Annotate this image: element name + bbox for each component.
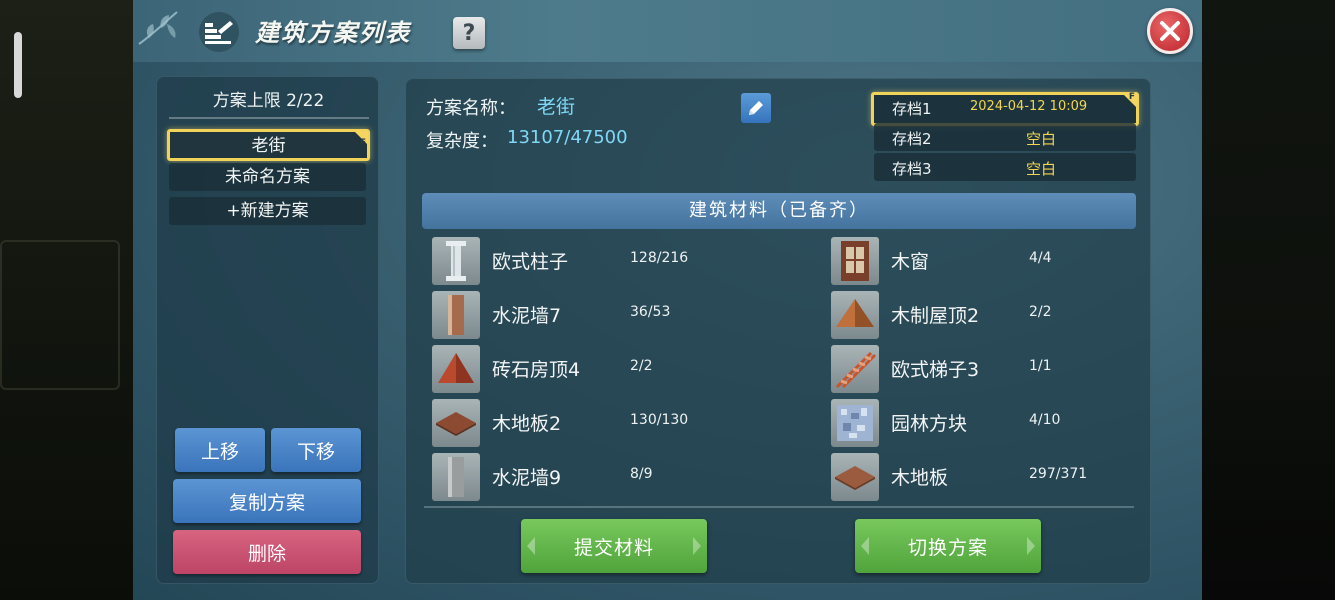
plan-name-value: 老街 [537,96,576,118]
arrow-left-icon [861,537,869,555]
material-item[interactable]: 欧式梯子3 1/1 [831,345,1131,393]
plan-item-label: 老街 [251,136,286,156]
material-item[interactable]: 木窗 4/4 [831,237,1131,285]
complexity-value: 13107/47500 [507,127,628,148]
material-count: 297/371 [1029,466,1088,482]
material-item[interactable]: 木制屋顶2 2/2 [831,291,1131,339]
material-count: 4/10 [1029,412,1061,428]
save-slot-label: 存档1 [892,100,932,118]
material-count: 8/9 [630,466,653,482]
arrow-left-icon [527,537,535,555]
save-slot-value: 空白 [1026,160,1057,178]
close-button[interactable] [1147,8,1193,54]
plan-item-laojie[interactable]: 老街 F [167,129,370,161]
plan-detail-panel: 方案名称： 老街 复杂度： 13107/47500 存档1 2024-04-12… [405,78,1151,584]
pencil-icon [749,101,763,115]
stairs-icon [831,345,879,393]
plan-item-label: 未命名方案 [225,167,310,187]
material-item[interactable]: 园林方块 4/10 [831,399,1131,447]
arrow-right-icon [1027,537,1035,555]
block-icon [831,399,879,447]
flag-letter: F [1128,92,1135,102]
flag-letter: F [359,138,366,148]
wall-icon [432,453,480,501]
material-name: 水泥墙7 [492,305,562,327]
material-count: 4/4 [1029,250,1052,266]
plan-list-panel: 方案上限 2/22 老街 F 未命名方案 +新建方案 上移 下移 复制方案 删除 [156,76,379,584]
material-item[interactable]: 水泥墙9 8/9 [432,453,732,501]
divider [169,117,369,119]
material-count: 1/1 [1029,358,1052,374]
material-item[interactable]: 木地板2 130/130 [432,399,732,447]
save-slot-1[interactable]: 存档1 2024-04-12 10:09 F [871,92,1139,126]
material-item[interactable]: 木地板 297/371 [831,453,1131,501]
material-name: 木窗 [891,251,930,273]
blueprint-window: 建筑方案列表 ? 方案上限 2/22 老街 F 未命名方案 +新建方案 上移 下… [133,0,1202,600]
plan-item-label: +新建方案 [226,201,309,221]
background-fence [0,240,120,390]
material-name: 水泥墙9 [492,467,562,489]
background-right [1202,0,1335,600]
copy-plan-button[interactable]: 复制方案 [173,479,361,523]
material-count: 2/2 [630,358,653,374]
material-item[interactable]: 水泥墙7 36/53 [432,291,732,339]
move-down-button[interactable]: 下移 [271,428,361,472]
material-count: 36/53 [630,304,671,320]
material-name: 砖石房顶4 [492,359,581,381]
background-left [0,0,133,600]
save-slot-label: 存档2 [892,130,932,148]
complexity-label: 复杂度： [426,131,498,152]
new-plan-button[interactable]: +新建方案 [169,197,366,225]
material-name: 木地板 [891,467,949,489]
divider [424,506,1134,508]
material-name: 木地板2 [492,413,562,435]
material-name: 园林方块 [891,413,968,435]
title-bar: 建筑方案列表 ? [133,0,1202,62]
roof-icon [831,291,879,339]
material-count: 130/130 [630,412,689,428]
material-name: 欧式柱子 [492,251,569,273]
save-slot-value: 2024-04-12 10:09 [970,99,1088,114]
materials-header: 建筑材料（已备齐） [422,193,1136,229]
floor-icon [432,399,480,447]
material-count: 128/216 [630,250,689,266]
roof-icon [432,345,480,393]
move-up-button[interactable]: 上移 [175,428,265,472]
material-name: 欧式梯子3 [891,359,980,381]
leaf-decoration-icon [138,11,178,45]
close-icon [1160,21,1180,41]
window-icon [831,237,879,285]
wall-icon [432,291,480,339]
save-slot-label: 存档3 [892,160,932,178]
button-label: 切换方案 [907,536,988,559]
save-slot-3[interactable]: 存档3 空白 [874,153,1136,181]
switch-plan-button[interactable]: 切换方案 [855,519,1041,573]
material-item[interactable]: 欧式柱子 128/216 [432,237,732,285]
floor-icon [831,453,879,501]
pillar-icon [432,237,480,285]
material-name: 木制屋顶2 [891,305,980,327]
plan-quota: 方案上限 2/22 [212,91,325,111]
plan-name-label: 方案名称： [426,98,516,119]
window-title: 建筑方案列表 [255,19,411,47]
save-slot-value: 空白 [1026,130,1057,148]
submit-materials-button[interactable]: 提交材料 [521,519,707,573]
blueprint-icon [199,12,239,52]
edit-name-button[interactable] [741,93,771,123]
button-label: 提交材料 [573,536,654,559]
save-slot-2[interactable]: 存档2 空白 [874,123,1136,151]
delete-plan-button[interactable]: 删除 [173,530,361,574]
help-button[interactable]: ? [453,17,485,49]
arrow-right-icon [693,537,701,555]
material-item[interactable]: 砖石房顶4 2/2 [432,345,732,393]
material-count: 2/2 [1029,304,1052,320]
plan-item-unnamed[interactable]: 未命名方案 [169,163,366,191]
side-handle[interactable] [14,32,22,98]
